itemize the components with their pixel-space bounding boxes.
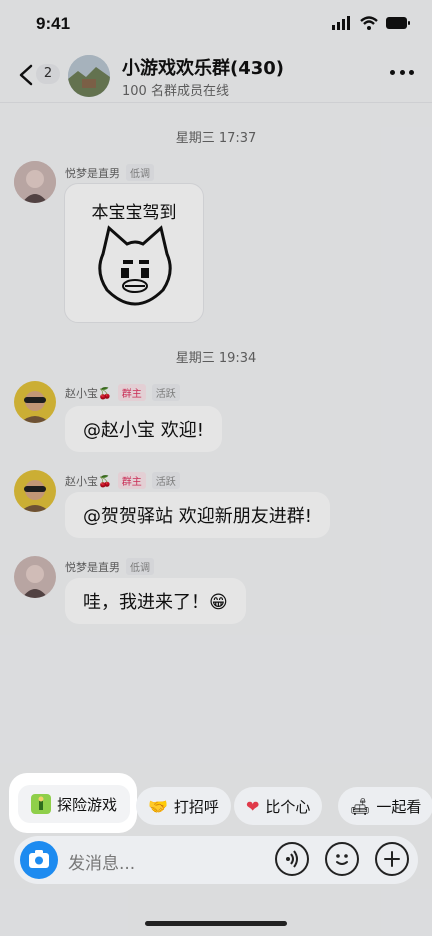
back-arrow-icon[interactable] <box>16 63 38 87</box>
chat-screen: 9:41 2 小游戏欢乐群(430) 100 名群成员在线 星期三 17:37 … <box>0 0 432 936</box>
battery-icon <box>386 17 410 29</box>
sender-info: 赵小宝🍒 群主 活跃 <box>65 384 180 401</box>
game-icon <box>30 794 51 814</box>
message-text: 哇，我进来了！😁 <box>83 592 228 613</box>
status-time: 9:41 <box>36 14 71 33</box>
owner-tag: 群主 <box>117 384 146 401</box>
sender-name: 赵小宝🍒 <box>65 474 112 488</box>
message-bubble[interactable]: @赵小宝 欢迎! <box>65 406 222 452</box>
message-bubble[interactable]: @贺贺驿站 欢迎新朋友进群! <box>65 492 330 538</box>
home-indicator <box>145 921 287 926</box>
heart-button[interactable]: ❤ 比个心 <box>234 787 323 825</box>
time-separator: 星期三 17:37 <box>175 131 257 146</box>
group-title: 小游戏欢乐群(430) <box>122 58 285 79</box>
plus-icon <box>384 851 400 867</box>
camera-button[interactable] <box>20 841 58 879</box>
sender-name: 悦梦是直男 <box>65 560 120 574</box>
message-input[interactable]: 发消息... <box>68 849 135 874</box>
sender-info: 赵小宝🍒 群主 活跃 <box>65 472 180 489</box>
member-tag: 低调 <box>126 164 154 181</box>
wave-icon: 🤝 <box>148 796 168 816</box>
active-tag: 活跃 <box>151 384 180 401</box>
camera-icon <box>29 850 49 868</box>
heart-icon: ❤ <box>246 796 260 816</box>
greet-button[interactable]: 🤝 打招呼 <box>136 787 231 825</box>
avatar[interactable] <box>14 556 56 598</box>
message-text: @赵小宝 欢迎! <box>83 420 204 441</box>
status-bar: 9:41 <box>0 0 432 48</box>
action-label: 一起看 <box>376 797 422 816</box>
member-tag: 低调 <box>126 558 154 575</box>
avatar[interactable] <box>14 381 56 423</box>
sticker-message[interactable]: 本宝宝驾到 <box>64 183 204 323</box>
message-text: @贺贺驿站 欢迎新朋友进群! <box>83 506 312 527</box>
adventure-game-button[interactable]: 探险游戏 <box>18 785 130 823</box>
group-avatar[interactable] <box>68 55 110 97</box>
active-tag: 活跃 <box>151 472 180 489</box>
status-icons <box>332 16 410 30</box>
sender-name: 悦梦是直男 <box>65 166 120 180</box>
avatar[interactable] <box>14 161 56 203</box>
wifi-icon <box>360 16 378 30</box>
unread-count-badge[interactable]: 2 <box>36 64 60 84</box>
online-count: 100 名群成员在线 <box>122 84 229 99</box>
owner-tag: 群主 <box>117 472 146 489</box>
signal-icon <box>332 16 350 30</box>
watch-together-button[interactable]: 🛋 一起看 <box>338 787 432 825</box>
voice-icon <box>286 850 298 868</box>
cat-face-sticker <box>98 225 172 306</box>
voice-button[interactable] <box>275 842 309 876</box>
message-bubble[interactable]: 哇，我进来了！😁 <box>65 578 246 624</box>
sofa-icon: 🛋 <box>350 796 371 816</box>
emoji-icon <box>336 854 348 865</box>
sender-info: 悦梦是直男 低调 <box>65 558 154 575</box>
action-label: 探险游戏 <box>56 795 117 814</box>
more-icon[interactable] <box>390 70 414 78</box>
action-label: 打招呼 <box>173 797 219 816</box>
sender-name: 赵小宝🍒 <box>65 386 112 400</box>
avatar[interactable] <box>14 470 56 512</box>
emoji-button[interactable] <box>325 842 359 876</box>
sticker-caption: 本宝宝驾到 <box>91 203 177 223</box>
chat-header: 2 小游戏欢乐群(430) 100 名群成员在线 <box>0 48 432 103</box>
sender-info: 悦梦是直男 低调 <box>65 164 154 181</box>
add-button[interactable] <box>375 842 409 876</box>
action-label: 比个心 <box>265 797 311 816</box>
message-input-bar: 发消息... <box>14 836 418 884</box>
time-separator: 星期三 19:34 <box>175 351 257 366</box>
